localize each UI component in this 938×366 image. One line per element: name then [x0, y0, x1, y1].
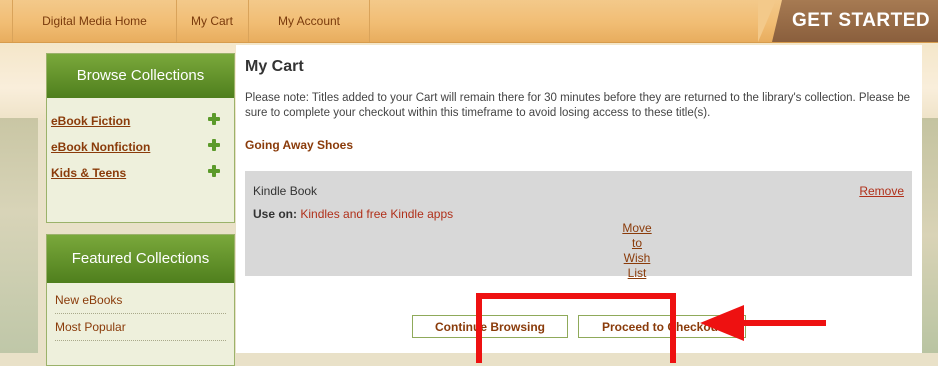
expand-plus-icon[interactable]	[208, 165, 220, 177]
collection-item: eBook Nonfiction	[47, 134, 234, 160]
collection-item: eBook Fiction	[47, 108, 234, 134]
annotation-arrow-shaft	[740, 320, 826, 326]
use-on-info: Use on: Kindles and free Kindle apps	[253, 207, 453, 221]
get-started-label: GET STARTED	[792, 10, 931, 31]
wish-line: Wish	[623, 251, 651, 265]
list-line: List	[627, 266, 647, 280]
collection-link-ebook-fiction[interactable]: eBook Fiction	[51, 114, 130, 128]
top-navigation: Digital Media Home My Cart My Account GE…	[0, 0, 938, 43]
move-to-line: Move to	[622, 221, 652, 250]
expand-plus-icon[interactable]	[208, 113, 220, 125]
use-on-label: Use on:	[253, 207, 298, 221]
use-on-value: Kindles and free Kindle apps	[300, 207, 454, 221]
annotation-arrow-head	[700, 305, 744, 341]
collection-link-kids-teens[interactable]: Kids & Teens	[51, 166, 126, 180]
collection-link-ebook-nonfiction[interactable]: eBook Nonfiction	[51, 140, 150, 154]
expand-plus-icon[interactable]	[208, 139, 220, 151]
featured-link-most-popular[interactable]: Most Popular	[55, 314, 226, 341]
banner-slant	[758, 0, 776, 42]
featured-collections-title: Featured Collections	[47, 235, 234, 283]
item-format: Kindle Book	[253, 184, 318, 198]
remove-link[interactable]: Remove	[859, 184, 904, 198]
featured-link-new-ebooks[interactable]: New eBooks	[55, 287, 226, 314]
cart-item-title[interactable]: Going Away Shoes	[245, 138, 353, 152]
featured-collections-panel: Featured Collections New eBooks Most Pop…	[46, 234, 235, 366]
cart-notice: Please note: Titles added to your Cart w…	[245, 92, 911, 119]
featured-list: New eBooks Most Popular	[47, 283, 234, 341]
page-title: My Cart	[245, 58, 304, 75]
nav-my-cart[interactable]: My Cart	[176, 0, 249, 42]
decorative-background-left	[0, 118, 38, 353]
move-to-wish-list-link[interactable]: Move to Wish List	[617, 221, 657, 281]
nav-my-account[interactable]: My Account	[249, 0, 370, 42]
collection-item: Kids & Teens	[47, 160, 234, 186]
browse-collections-panel: Browse Collections eBook Fiction eBook N…	[46, 53, 235, 223]
cart-item-box: Kindle Book Remove Use on: Kindles and f…	[245, 171, 912, 280]
nav-digital-media-home[interactable]: Digital Media Home	[12, 0, 177, 42]
browse-collections-title: Browse Collections	[47, 54, 234, 98]
get-started-banner[interactable]: GET STARTED	[758, 0, 938, 42]
